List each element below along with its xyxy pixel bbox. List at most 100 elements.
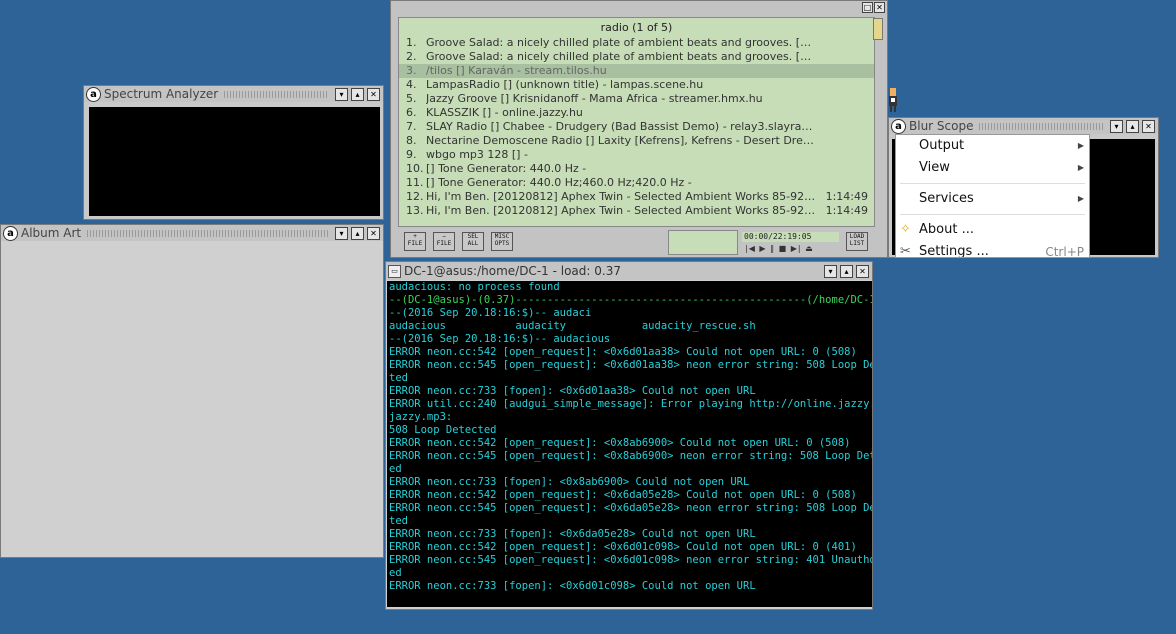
close-icon[interactable]: ✕ [367, 226, 380, 240]
misc-options-button[interactable]: MISC OPTS [491, 232, 513, 251]
terminal-line: jazzy.mp3: [389, 411, 453, 423]
terminal-titlebar[interactable]: ▭ DC-1@asus:/home/DC-1 - load: 0.37 ▾ ▴ … [386, 262, 872, 280]
row-number: 4. [406, 78, 417, 91]
spectrum-title: Spectrum Analyzer [104, 87, 219, 101]
titlebar-grip [979, 122, 1104, 130]
albumart-title: Album Art [21, 226, 82, 240]
row-title: wbgo mp3 128 [] - [426, 148, 528, 161]
terminal-line: ERROR neon.cc:542 [open_request]: <0x6da… [389, 489, 857, 501]
row-title: /tilos [] Karaván - stream.tilos.hu [426, 64, 607, 77]
menu-icon[interactable]: ▾ [335, 87, 348, 101]
playlist-row[interactable]: 2. Groove Salad: a nicely chilled plate o… [399, 50, 874, 64]
terminal-line: ERROR neon.cc:733 [fopen]: <0x6da05e28> … [389, 528, 756, 540]
row-title: Groove Salad: a nicely chilled plate of … [426, 36, 816, 49]
spectrum-titlebar[interactable]: a Spectrum Analyzer ▾ ▴ ✕ [84, 86, 383, 102]
shortcut-label: Ctrl+P [1045, 245, 1084, 258]
terminal-output[interactable]: audacious: no process found --(DC-1@asus)… [387, 281, 872, 607]
context-menu: Output ▶ View ▶ Services ▶ ✧ About ... ✂ Sett… [895, 134, 1090, 258]
maximize-icon[interactable]: ▴ [351, 226, 364, 240]
playlist-row[interactable]: 4. LampasRadio [] (unknown title) - lampa… [399, 78, 874, 92]
playlist-row[interactable]: 3. /tilos [] Karaván - stream.tilos.hu [399, 64, 874, 78]
row-title: SLAY Radio [] Chabee - Drudgery (Bad Bas… [426, 120, 816, 133]
menu-label: Services [919, 191, 974, 206]
spectrum-display [89, 107, 380, 216]
close-icon[interactable]: ✕ [1142, 119, 1155, 133]
row-number: 11. [406, 176, 424, 189]
menu-item-services[interactable]: Services ▶ [896, 188, 1089, 210]
menu-item-about[interactable]: ✧ About ... [896, 219, 1089, 241]
audacious-logo-icon: a [3, 225, 18, 241]
row-number: 7. [406, 120, 417, 133]
terminal-line: audacious audacity audacity_rescue.sh [389, 320, 756, 332]
menu-label: View [919, 160, 950, 175]
menu-label: Output [919, 138, 965, 153]
row-number: 13. [406, 204, 424, 217]
remove-file-button[interactable]: − FILE [433, 232, 455, 251]
row-title: KLASSZIK [] - online.jazzy.hu [426, 106, 583, 119]
terminal-line: ERROR neon.cc:733 [fopen]: <0x6d01c098> … [389, 580, 756, 592]
menu-icon[interactable]: ▾ [824, 264, 837, 278]
avatar-icon [889, 88, 897, 112]
row-length: 1:14:49 [825, 190, 868, 203]
playlist-row[interactable]: 1. Groove Salad: a nicely chilled plate o… [399, 36, 874, 50]
close-icon[interactable]: ✕ [856, 264, 869, 278]
row-title: Groove Salad: a nicely chilled plate of … [426, 50, 816, 63]
menu-item-output[interactable]: Output ▶ [896, 135, 1089, 157]
menu-icon[interactable]: ▾ [335, 226, 348, 240]
terminal-line: ERROR neon.cc:542 [open_request]: <0x6d0… [389, 541, 857, 553]
playlist-row[interactable]: 5. Jazzy Groove [] Krisnidanoff - Mama Af… [399, 92, 874, 106]
terminal-line: 508 Loop Detected [389, 424, 497, 436]
playlist-row[interactable]: 7. SLAY Radio [] Chabee - Drudgery (Bad B… [399, 120, 874, 134]
menu-separator [900, 214, 1085, 215]
tools-icon: ✂ [900, 244, 911, 258]
playlist-scrollbar[interactable] [873, 18, 883, 40]
playlist-area[interactable]: radio (1 of 5) 1. Groove Salad: a nicely … [398, 17, 875, 227]
row-number: 10. [406, 162, 424, 175]
select-all-button[interactable]: SEL ALL [462, 232, 484, 251]
maximize-icon[interactable]: ▴ [840, 264, 853, 278]
transport-controls[interactable]: |◀ ▶ ‖ ■ ▶| ⏏ [745, 244, 814, 253]
row-title: LampasRadio [] (unknown title) - lampas.… [426, 78, 704, 91]
submenu-arrow-icon: ▶ [1077, 194, 1084, 203]
terminal-line: ERROR neon.cc:545 [open_request]: <0x6da… [389, 502, 872, 514]
row-number: 5. [406, 92, 417, 105]
terminal-title: DC-1@asus:/home/DC-1 - load: 0.37 [404, 264, 621, 278]
row-number: 3. [406, 64, 417, 77]
menu-item-view[interactable]: View ▶ [896, 157, 1089, 179]
close-icon[interactable]: ✕ [367, 87, 380, 101]
row-number: 1. [406, 36, 417, 49]
submenu-arrow-icon: ▶ [1077, 141, 1084, 150]
star-icon: ✧ [900, 222, 911, 237]
terminal-window: ▭ DC-1@asus:/home/DC-1 - load: 0.37 ▾ ▴ … [385, 261, 873, 610]
maximize-icon[interactable]: ▴ [351, 87, 364, 101]
audacious-logo-icon: a [891, 118, 906, 134]
playlist-row[interactable]: 13. Hi, I'm Ben. [20120812] Aphex Twin - … [399, 204, 874, 218]
terminal-line: ERROR neon.cc:545 [open_request]: <0x6d0… [389, 359, 872, 371]
terminal-line: audacious: no process found [389, 281, 560, 293]
playlist-row[interactable]: 8. Nectarine Demoscene Radio [] Laxity [K… [399, 134, 874, 148]
time-display: 00:00/22:19:05 [742, 232, 839, 242]
maximize-icon[interactable]: ▴ [1126, 119, 1139, 133]
playlist-row[interactable]: 10.[] Tone Generator: 440.0 Hz - [399, 162, 874, 176]
playlist-row[interactable]: 12. Hi, I'm Ben. [20120812] Aphex Twin - … [399, 190, 874, 204]
row-title: [] Tone Generator: 440.0 Hz - [426, 162, 587, 175]
albumart-titlebar[interactable]: a Album Art ▾ ▴ ✕ [1, 225, 383, 241]
row-title: Hi, I'm Ben. [20120812] Aphex Twin - Sel… [426, 190, 816, 203]
terminal-line: ERROR neon.cc:733 [fopen]: <0x6d01aa38> … [389, 385, 756, 397]
shade-icon[interactable]: □ [862, 2, 873, 13]
menu-icon[interactable]: ▾ [1110, 119, 1123, 133]
menu-label: Settings ... [919, 244, 989, 258]
menu-item-settings[interactable]: ✂ Settings ... Ctrl+P [896, 241, 1089, 258]
row-number: 8. [406, 134, 417, 147]
load-list-button[interactable]: LOAD LIST [846, 232, 868, 251]
row-number: 9. [406, 148, 417, 161]
add-file-button[interactable]: + FILE [404, 232, 426, 251]
terminal-icon: ▭ [388, 264, 401, 278]
close-icon[interactable]: ✕ [874, 2, 885, 13]
blurscope-titlebar[interactable]: a Blur Scope ▾ ▴ ✕ [889, 118, 1158, 134]
terminal-line: --(2016 Sep 20.18:16:$)-- audaci [389, 307, 592, 319]
playlist-row[interactable]: 11.[] Tone Generator: 440.0 Hz;460.0 Hz;… [399, 176, 874, 190]
playlist-row[interactable]: 6. KLASSZIK [] - online.jazzy.hu [399, 106, 874, 120]
audacious-logo-icon: a [86, 86, 101, 102]
playlist-row[interactable]: 9. wbgo mp3 128 [] - [399, 148, 874, 162]
